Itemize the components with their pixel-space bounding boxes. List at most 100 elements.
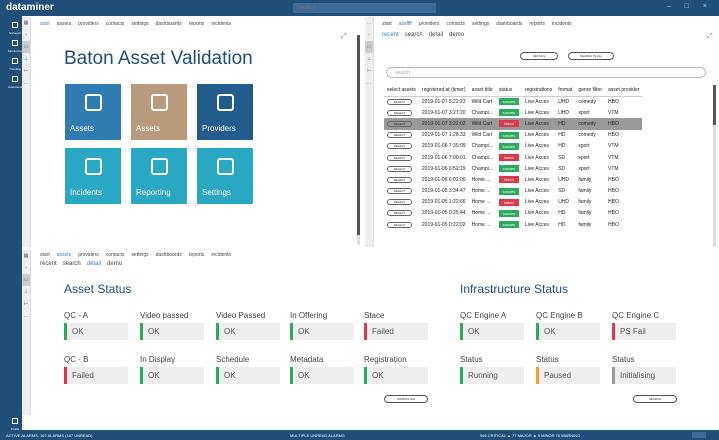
crumb-reports[interactable]: reports [529,21,545,27]
unread-alarms-text[interactable]: MULTIPLE UNREAD ALARMS [290,433,345,438]
table-row[interactable]: SELECT 2019-01-06 6:02:00 Home ... failed Li… [384,174,642,185]
split-icon[interactable]: ⊢ [22,298,30,310]
tab-search[interactable]: search [405,32,423,38]
crumb-settings[interactable]: settings [472,21,489,27]
select-asset-button[interactable]: SELECT [387,132,412,139]
tile-providers[interactable]: Providers [197,84,253,140]
select-asset-button[interactable]: SELECT [387,199,412,206]
col-status[interactable]: status [495,85,522,97]
tile-assets-2[interactable]: Assets [131,84,187,140]
select-asset-button[interactable]: SELECT [387,165,412,172]
global-search-input[interactable] [293,3,436,13]
table-row[interactable]: SELECT 2019-01-07 3:22:02 Wild Cart failed L… [384,118,643,130]
split-icon[interactable]: ⊢ [22,65,30,77]
select-asset-button[interactable]: SELECT [387,98,412,105]
table-row[interactable]: SELECT 2019-01-05 0:25:44 Home ... succes Li… [384,208,642,219]
search-in-all-button[interactable]: SEARCH IN ALL [568,52,614,60]
monitor-icon[interactable]: ▭ [22,274,30,286]
col-format[interactable]: fromat [555,85,576,97]
select-asset-button[interactable]: SELECT [387,221,412,228]
crumb-providers[interactable]: providers [78,252,99,258]
tab-recent[interactable]: recent [382,32,399,38]
grid-icon[interactable]: ▦ [22,17,30,29]
select-asset-button[interactable]: SELECT [387,176,412,183]
layout-icon[interactable]: ⊥ [22,53,30,65]
crumb-dashboards[interactable]: dashboards [156,21,182,27]
crumb-contacts[interactable]: contacts [446,21,465,27]
tile-settings[interactable]: Settings [197,148,253,204]
pane2-scrollbar[interactable] [713,85,716,247]
split-icon[interactable]: ⊢ [365,65,373,77]
col-provider[interactable]: asset provider [605,85,643,97]
tab-demo[interactable]: demo [449,32,464,38]
col-title[interactable]: asset title [468,85,496,97]
crumb-providers[interactable]: providers [419,21,440,27]
monitor-icon[interactable]: ▭ [365,41,373,53]
crumb-assets[interactable]: assets [57,21,71,27]
expand-icon[interactable]: ⤢ [341,33,347,41]
crumb-incidents[interactable]: incidents [211,252,231,258]
select-asset-button[interactable]: SELECT [387,210,412,217]
more-icon[interactable]: … [22,310,30,322]
crumb-reports[interactable]: reports [189,21,205,27]
grid-icon[interactable]: ▦ [22,250,30,262]
more-icon[interactable]: … [365,17,373,29]
table-row[interactable]: SELECT 2019-01-07 1:28:33 Wild Cart succes L… [384,130,642,141]
chevron-right-icon[interactable]: › [22,262,30,274]
col-select[interactable]: select assets [384,85,419,97]
select-asset-button[interactable]: SELECT [387,154,412,161]
workflow-button[interactable]: WORKFLOW [384,395,428,403]
details-button[interactable]: DETAILS [520,52,558,60]
crumb-incidents[interactable]: incidents [552,21,572,27]
scroll-thumb[interactable] [357,35,360,235]
crumb-reports[interactable]: reports [189,252,205,258]
search-button[interactable]: SEARCH [633,395,677,403]
layout-icon[interactable]: ⊥ [365,53,373,65]
crumb-start[interactable]: start [40,252,50,258]
select-asset-button[interactable]: SELECT [387,143,412,150]
tile-incidents[interactable]: Incidents [65,148,121,204]
select-asset-button[interactable]: SELECT [387,120,412,127]
pane1-scrollbar[interactable] [357,35,360,245]
monitor-icon[interactable]: ▭ [22,41,30,53]
col-genre[interactable]: genre filter [575,85,605,97]
alarm-filter-chip[interactable] [692,432,706,438]
layout-icon[interactable]: ⊥ [22,286,30,298]
table-row[interactable]: SELECT 2019-01-07 5:22:23 Wild Cart succes L… [384,96,642,107]
table-row[interactable]: SELECT 2019-01-06 7:00:01 Champi... failed L… [384,152,642,163]
tab-detail[interactable]: detail [429,32,443,38]
tab-demo[interactable]: demo [107,261,122,267]
crumb-assets[interactable]: assffff [399,21,412,27]
active-alarms-text[interactable]: ACTIVE ALARMS: 167 ALARMS (167 UNREAD) [6,433,92,438]
expand-icon[interactable]: ⤢ [707,33,713,41]
crumb-start[interactable]: start [382,21,392,27]
select-asset-button[interactable]: SELECT [387,188,412,195]
chevron-right-icon[interactable]: › [365,29,373,41]
crumb-contacts[interactable]: contacts [106,21,125,27]
table-row[interactable]: SELECT 2019-01-07 3:27:20 Champi... succes L… [384,107,642,118]
asset-search-input[interactable]: search [386,67,706,78]
tab-search[interactable]: search [63,261,81,267]
crumb-incidents[interactable]: incidents [211,21,231,27]
table-row[interactable]: SELECT 2019-01-06 6:52:19 Champi... succes L… [384,163,642,174]
col-registered[interactable]: registered at (timer) [418,85,469,97]
alarm-counts-text[interactable]: 966 CRITICAL ▲ 77 MAJOR ▲ 5 MINOR 78 WAR… [480,433,580,438]
tile-assets[interactable]: Assets [65,84,121,140]
crumb-assets[interactable]: assets [57,252,71,258]
more-icon[interactable]: … [22,77,30,89]
crumb-dashboards[interactable]: dashboards [156,252,182,258]
table-row[interactable]: SELECT 2019-01-05 1:22:66 Home ... failed Li… [384,197,642,208]
crumb-settings[interactable]: settings [131,21,148,27]
scroll-thumb[interactable] [713,85,716,125]
tab-detail[interactable]: detail [87,261,101,267]
crumb-providers[interactable]: providers [78,21,99,27]
col-registrations[interactable]: registrations [521,85,556,97]
crumb-contacts[interactable]: contacts [106,252,125,258]
chevron-right-icon[interactable]: › [22,29,30,41]
window-controls[interactable]: – □ × [667,3,713,10]
more-icon[interactable]: … [365,77,373,89]
table-row[interactable]: SELECT 2019-01-05 0:22:02 Home ... succes Li… [384,219,642,230]
table-row[interactable]: SELECT 2019-01-05 3:34:47 Home ... succes Li… [384,186,642,197]
crumb-dashboards[interactable]: dashboards [496,21,522,27]
tab-recent[interactable]: recent [40,261,57,267]
